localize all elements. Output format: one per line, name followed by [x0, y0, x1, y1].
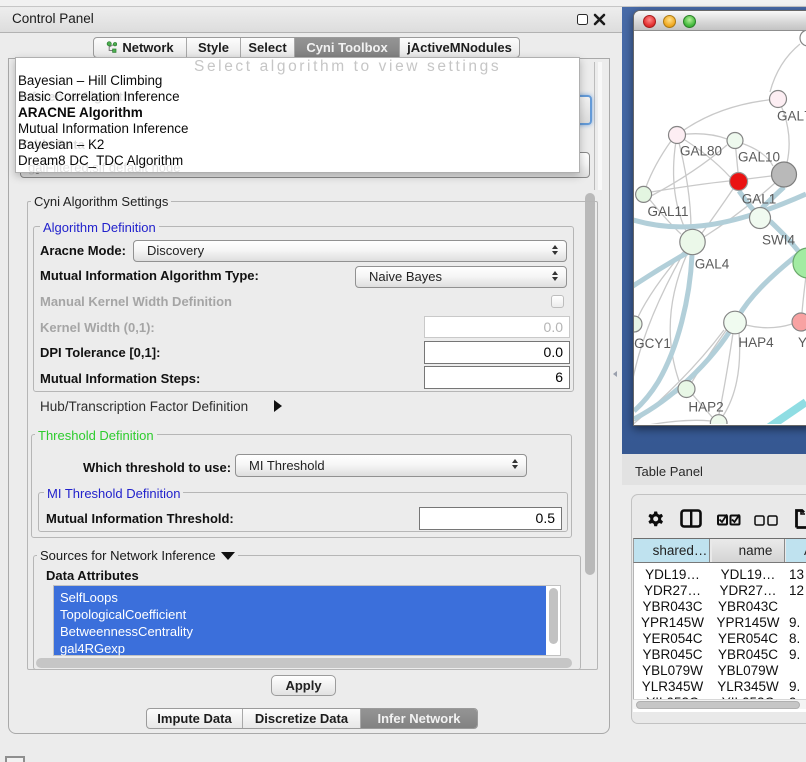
svg-text:GAL10: GAL10: [738, 150, 780, 165]
svg-text:GAL80: GAL80: [680, 144, 722, 159]
svg-text:GAL11: GAL11: [647, 204, 688, 219]
svg-text:HAP4: HAP4: [738, 335, 774, 350]
svg-text:SWI4: SWI4: [762, 233, 795, 248]
svg-text:HAP2: HAP2: [688, 400, 723, 415]
svg-text:GAL7: GAL7: [777, 109, 806, 124]
svg-text:GAL1: GAL1: [742, 192, 777, 207]
svg-text:Y: Y: [798, 335, 806, 350]
svg-text:GAL4: GAL4: [695, 257, 730, 272]
svg-text:GCY1: GCY1: [634, 336, 671, 351]
